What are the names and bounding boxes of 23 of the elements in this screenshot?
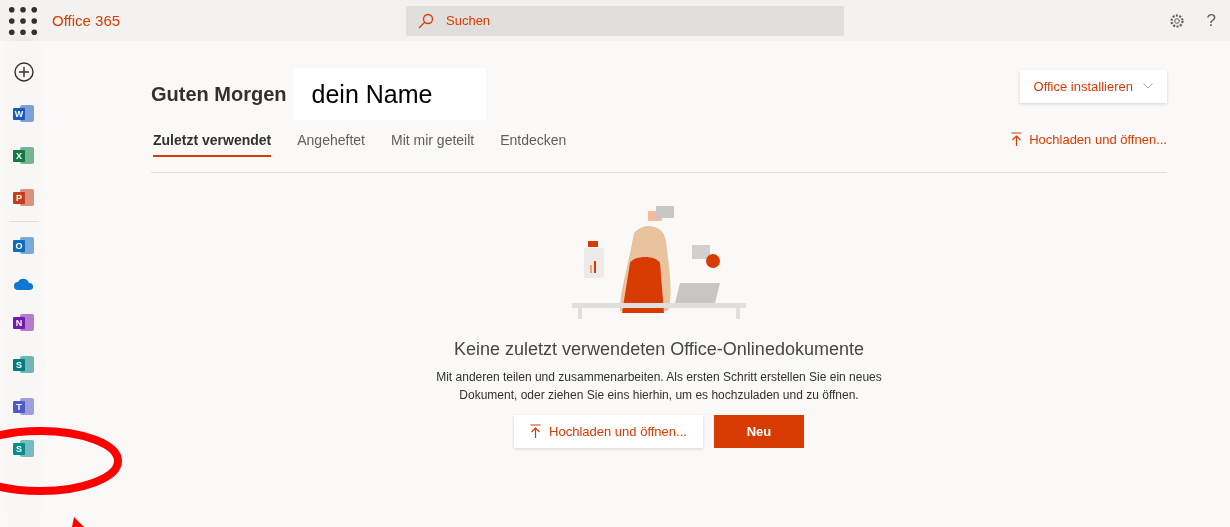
- empty-state-text: Mit anderen teilen und zusammenarbeiten. Als ersten Schritt erstellen Sie ein neues Dokument, oder ziehen Sie eins hierhin, um es hochzuladen und zu öffnen.: [435, 369, 883, 404]
- greeting-heading: Guten Morgen: [151, 82, 287, 106]
- app-launcher-icon[interactable]: [8, 5, 38, 36]
- cloud-icon[interactable]: [12, 277, 35, 291]
- new-button[interactable]: Neu: [713, 415, 804, 448]
- settings-icon[interactable]: [1168, 12, 1185, 29]
- annotation-arrow: [72, 517, 84, 527]
- tab[interactable]: Zuletzt verwendet: [153, 126, 272, 157]
- search-field[interactable]: Suchen: [406, 5, 844, 36]
- install-office-button[interactable]: Office installieren: [1019, 69, 1167, 103]
- tab[interactable]: Entdecken: [500, 126, 567, 157]
- brand-link[interactable]: Office 365: [52, 12, 406, 29]
- tab[interactable]: Angeheftet: [297, 126, 365, 157]
- tab[interactable]: Mit mir geteilt: [391, 126, 475, 157]
- upload-link[interactable]: Hochladen und öffnen...: [1011, 132, 1167, 147]
- empty-state-title: Keine zuletzt verwendeten Office-Onlinedokumente: [454, 339, 864, 360]
- name-label: dein Name: [292, 68, 486, 120]
- upload-button[interactable]: Hochladen und öffnen...: [514, 415, 703, 448]
- add-icon[interactable]: [13, 62, 34, 82]
- upload-icon: [530, 424, 542, 439]
- help-button[interactable]: ?: [1206, 10, 1216, 31]
- upload-icon: [1011, 132, 1023, 147]
- chevron-down-icon: [1143, 83, 1153, 89]
